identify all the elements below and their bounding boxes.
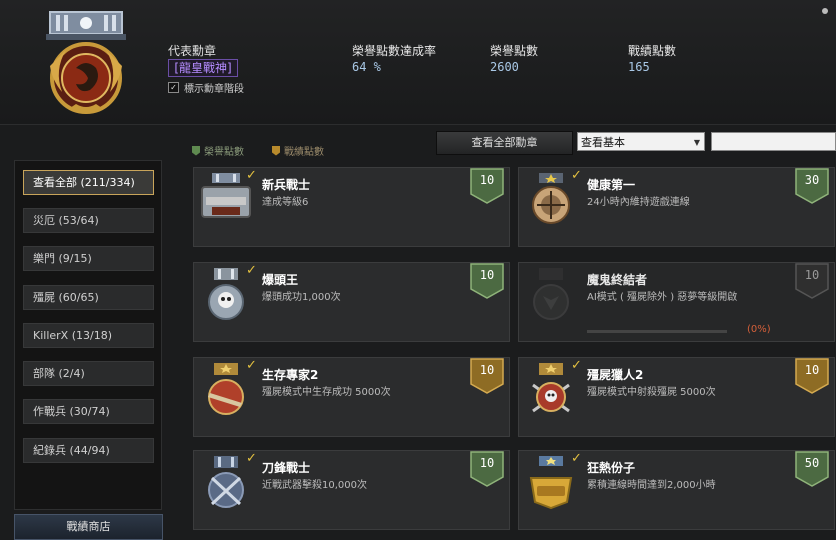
- medal-points-badge: 10: [470, 168, 504, 204]
- completed-check-icon: ✓: [246, 168, 257, 183]
- medal-points: 10: [479, 268, 495, 282]
- medal-name: 新兵戰士: [262, 178, 311, 192]
- medal-name: 殭屍獵人2: [587, 368, 644, 382]
- honor-rate-label: 榮譽點數達成率: [352, 44, 437, 58]
- rep-medal-label: 代表勳章: [168, 44, 217, 58]
- legend-honor: 榮譽點數: [192, 143, 244, 158]
- sidebar-item-squad[interactable]: 部隊 (2/4): [23, 361, 154, 386]
- legend-honor-label: 榮譽點數: [204, 147, 244, 158]
- completed-check-icon: ✓: [571, 168, 582, 183]
- completed-check-icon: ✓: [246, 358, 257, 373]
- medal-desc: 爆頭成功1,000次: [262, 292, 341, 303]
- sidebar-item-paradise[interactable]: 樂門 (9/15): [23, 246, 154, 271]
- medal-name: 魔鬼終結者: [587, 273, 648, 287]
- completed-check-icon: ✓: [246, 263, 257, 278]
- completed-check-icon: ✓: [571, 451, 582, 466]
- medal-filter-select[interactable]: 查看基本 ▼: [577, 132, 705, 151]
- medal-card[interactable]: ✓ 生存專家2 殭屍模式中生存成功 5000次 10: [193, 357, 510, 437]
- search-input[interactable]: [711, 132, 836, 151]
- dragon-emblem-icon: [46, 11, 126, 114]
- profile-header: 代表勳章 [龍皇戰神] ✓ 標示勳章階段 榮譽點數達成率 64 % 榮譽點數 2…: [0, 0, 836, 125]
- sidebar-item-killerx[interactable]: KillerX (13/18): [23, 323, 154, 348]
- medal-points: 10: [804, 363, 820, 377]
- medal-desc: 24小時內維持遊戲連線: [587, 197, 690, 208]
- sidebar-item-record[interactable]: 紀錄兵 (44/94): [23, 438, 154, 463]
- sidebar-item-all[interactable]: 查看全部 (211/334): [23, 170, 154, 195]
- medal-desc: 累積連線時間達到2,000小時: [587, 480, 716, 491]
- show-level-toggle[interactable]: ✓ 標示勳章階段: [168, 80, 244, 95]
- medal-card[interactable]: ✓ 爆頭王 爆頭成功1,000次 10: [193, 262, 510, 342]
- medal-points-badge: 10: [795, 263, 829, 299]
- medal-points-badge: 10: [470, 451, 504, 487]
- medal-points: 30: [804, 173, 820, 187]
- medal-filter-value: 查看基本: [581, 136, 625, 149]
- legend-record: 戰績點數: [272, 143, 324, 158]
- sidebar-item-zombie[interactable]: 殭屍 (60/65): [23, 285, 154, 310]
- medal-points: 10: [479, 363, 495, 377]
- record-shop-button[interactable]: 戰績商店: [14, 514, 163, 540]
- honor-rate-value: 64 %: [352, 60, 381, 74]
- record-shield-icon: [272, 145, 280, 156]
- medal-desc: 殭屍模式中射殺殭屍 5000次: [587, 387, 716, 398]
- medal-points-badge: 10: [470, 358, 504, 394]
- medal-card[interactable]: ✓ 殭屍獵人2 殭屍模式中射殺殭屍 5000次 10: [518, 357, 835, 437]
- show-level-label: 標示勳章階段: [184, 84, 244, 95]
- honor-shield-icon: [192, 145, 200, 156]
- corner-indicator-icon: [822, 8, 828, 14]
- honor-points-label: 榮譽點數: [490, 44, 539, 58]
- medal-name: 健康第一: [587, 178, 636, 192]
- medal-points: 10: [804, 268, 820, 282]
- view-all-medals-button[interactable]: 查看全部勳章: [436, 131, 573, 155]
- sidebar-item-disaster[interactable]: 災厄 (53/64): [23, 208, 154, 233]
- record-points-label: 戰績點數: [628, 44, 677, 58]
- honor-points-value: 2600: [490, 60, 519, 74]
- medal-name: 生存專家2: [262, 368, 319, 382]
- medal-name: 爆頭王: [262, 273, 299, 287]
- medal-card[interactable]: 魔鬼終結者 AI模式 ( 殭屍除外 ) 惡夢等級開啟 10 (0%): [518, 262, 835, 342]
- medal-points: 10: [479, 456, 495, 470]
- medal-desc: 近戰武器擊殺10,000次: [262, 480, 367, 491]
- medal-points-badge: 10: [470, 263, 504, 299]
- completed-check-icon: ✓: [246, 451, 257, 466]
- completed-check-icon: ✓: [571, 358, 582, 373]
- medal-card[interactable]: ✓ 健康第一 24小時內維持遊戲連線 30: [518, 167, 835, 247]
- medal-points: 50: [804, 456, 820, 470]
- record-points-value: 165: [628, 60, 650, 74]
- medal-points-badge: 30: [795, 168, 829, 204]
- medal-card[interactable]: ✓ 新兵戰士 達成等級6 10: [193, 167, 510, 247]
- demon-medal-icon: [533, 268, 569, 320]
- sidebar-item-combat[interactable]: 作戰兵 (30/74): [23, 399, 154, 424]
- medal-progress-bar: [587, 330, 727, 333]
- rep-medal-name[interactable]: [龍皇戰神]: [168, 59, 238, 77]
- medal-name: 狂熱份子: [587, 461, 636, 475]
- medal-points: 10: [479, 173, 495, 187]
- medal-desc: 殭屍模式中生存成功 5000次: [262, 387, 391, 398]
- medal-points-badge: 50: [795, 451, 829, 487]
- medal-name: 刀鋒戰士: [262, 461, 311, 475]
- chevron-down-icon: ▼: [693, 138, 700, 147]
- category-sidebar: 查看全部 (211/334) 災厄 (53/64) 樂門 (9/15) 殭屍 (…: [14, 160, 162, 510]
- medal-card[interactable]: ✓ 狂熱份子 累積連線時間達到2,000小時 50: [518, 450, 835, 530]
- medal-desc: AI模式 ( 殭屍除外 ) 惡夢等級開啟: [587, 292, 738, 303]
- medal-progress-text: (0%): [747, 324, 771, 335]
- medal-desc: 達成等級6: [262, 197, 309, 208]
- show-level-checkbox[interactable]: ✓: [168, 82, 179, 93]
- medal-card[interactable]: ✓ 刀鋒戰士 近戰武器擊殺10,000次 10: [193, 450, 510, 530]
- legend-record-label: 戰績點數: [284, 147, 324, 158]
- medal-points-badge: 10: [795, 358, 829, 394]
